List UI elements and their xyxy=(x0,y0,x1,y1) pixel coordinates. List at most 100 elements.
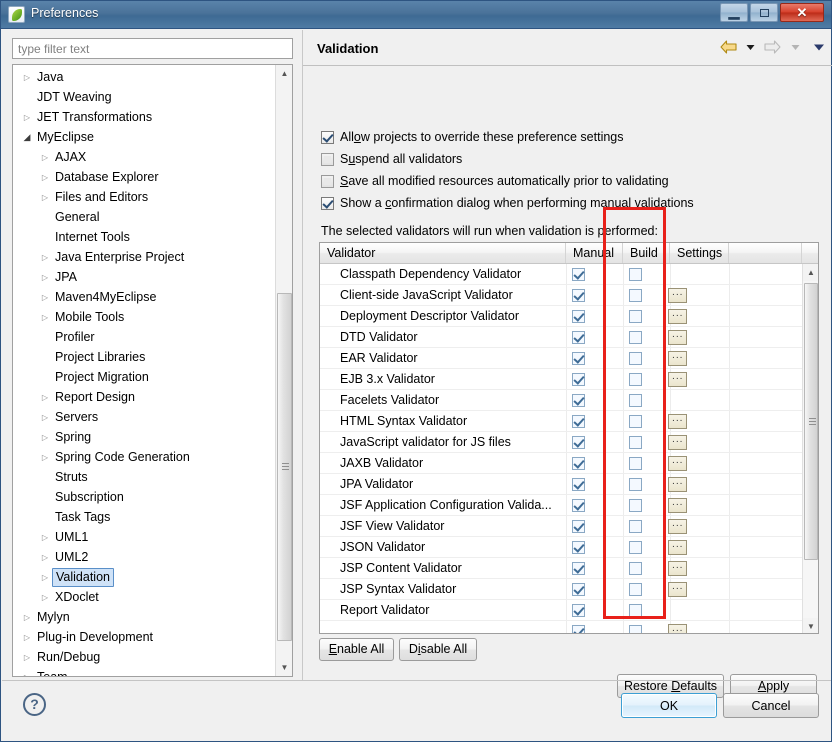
tree-expand-arrow-right-icon[interactable]: ▷ xyxy=(21,607,33,628)
tree-expand-arrow-right-icon[interactable]: ▷ xyxy=(39,387,51,408)
manual-checkbox[interactable] xyxy=(572,331,585,344)
table-scroll-down-icon[interactable]: ▼ xyxy=(803,618,818,633)
tree-item-team[interactable]: ▷ Team xyxy=(13,667,275,676)
settings-ellipsis-button[interactable]: ··· xyxy=(668,624,687,633)
tree-item-jdt-weaving[interactable]: JDT Weaving xyxy=(13,87,275,107)
tree-item-jet-transformations[interactable]: ▷ JET Transformations xyxy=(13,107,275,127)
tree-item-mylyn[interactable]: ▷ Mylyn xyxy=(13,607,275,627)
checkbox-icon[interactable] xyxy=(321,175,334,188)
build-checkbox[interactable] xyxy=(629,394,642,407)
table-row[interactable]: Facelets Validator xyxy=(320,390,802,411)
tree-item-subscription[interactable]: Subscription xyxy=(13,487,275,507)
maximize-button[interactable] xyxy=(750,3,778,22)
tree-expand-arrow-down-icon[interactable]: ◢ xyxy=(21,127,33,148)
build-checkbox[interactable] xyxy=(629,457,642,470)
settings-ellipsis-button[interactable]: ··· xyxy=(668,582,687,597)
build-checkbox[interactable] xyxy=(629,583,642,596)
manual-checkbox[interactable] xyxy=(572,499,585,512)
manual-checkbox[interactable] xyxy=(572,604,585,617)
tree-expand-arrow-right-icon[interactable]: ▷ xyxy=(39,307,51,328)
tree-expand-arrow-right-icon[interactable]: ▷ xyxy=(39,547,51,568)
tree-item-struts[interactable]: Struts xyxy=(13,467,275,487)
tree-expand-arrow-right-icon[interactable]: ▷ xyxy=(39,267,51,288)
manual-checkbox[interactable] xyxy=(572,436,585,449)
manual-checkbox[interactable] xyxy=(572,562,585,575)
manual-checkbox[interactable] xyxy=(572,394,585,407)
cancel-button[interactable]: Cancel xyxy=(723,693,819,718)
table-scroll-up-icon[interactable]: ▲ xyxy=(803,264,818,281)
table-row[interactable]: Deployment Descriptor Validator ··· xyxy=(320,306,802,327)
tree-item-uml1[interactable]: ▷ UML1 xyxy=(13,527,275,547)
tree-item-profiler[interactable]: Profiler xyxy=(13,327,275,347)
tree-expand-arrow-right-icon[interactable]: ▷ xyxy=(39,527,51,548)
table-row[interactable]: Client-side JavaScript Validator ··· xyxy=(320,285,802,306)
build-checkbox[interactable] xyxy=(629,289,642,302)
tree-scrollbar[interactable]: ▲ ▼ xyxy=(275,65,292,676)
tree-item-servers[interactable]: ▷ Servers xyxy=(13,407,275,427)
close-button[interactable]: ✕ xyxy=(780,3,824,22)
manual-checkbox[interactable] xyxy=(572,541,585,554)
column-header-blank[interactable] xyxy=(729,243,802,263)
table-row[interactable]: DTD Validator ··· xyxy=(320,327,802,348)
tree-expand-arrow-right-icon[interactable]: ▷ xyxy=(39,567,51,588)
disable-all-button[interactable]: Disable All xyxy=(399,638,477,661)
build-checkbox[interactable] xyxy=(629,604,642,617)
tree-expand-arrow-right-icon[interactable]: ▷ xyxy=(39,287,51,308)
tree-expand-arrow-right-icon[interactable]: ▷ xyxy=(21,107,33,128)
manual-checkbox[interactable] xyxy=(572,310,585,323)
settings-ellipsis-button[interactable]: ··· xyxy=(668,414,687,429)
build-checkbox[interactable] xyxy=(629,268,642,281)
tree-expand-arrow-right-icon[interactable]: ▷ xyxy=(39,187,51,208)
settings-ellipsis-button[interactable]: ··· xyxy=(668,519,687,534)
tree-expand-arrow-right-icon[interactable]: ▷ xyxy=(39,407,51,428)
preferences-tree[interactable]: ▷ Java JDT Weaving ▷ JET Transformations ◢ MyE… xyxy=(12,64,293,677)
build-checkbox[interactable] xyxy=(629,310,642,323)
tree-item-spring-code-generation[interactable]: ▷ Spring Code Generation xyxy=(13,447,275,467)
build-checkbox[interactable] xyxy=(629,499,642,512)
table-row[interactable]: Report Validator xyxy=(320,600,802,621)
help-icon[interactable]: ? xyxy=(23,693,46,716)
tree-item-task-tags[interactable]: Task Tags xyxy=(13,507,275,527)
filter-input[interactable]: type filter text xyxy=(12,38,293,59)
table-row[interactable]: JSON Validator ··· xyxy=(320,537,802,558)
validators-table[interactable]: Validator Manual Build Settings Classpath D… xyxy=(319,242,819,634)
tree-item-database-explorer[interactable]: ▷ Database Explorer xyxy=(13,167,275,187)
enable-all-button[interactable]: Enable All xyxy=(319,638,394,661)
table-row[interactable]: ··· xyxy=(320,621,802,633)
settings-ellipsis-button[interactable]: ··· xyxy=(668,309,687,324)
tree-item-general[interactable]: General xyxy=(13,207,275,227)
tree-expand-arrow-right-icon[interactable]: ▷ xyxy=(39,147,51,168)
tree-expand-arrow-right-icon[interactable]: ▷ xyxy=(39,167,51,188)
manual-checkbox[interactable] xyxy=(572,268,585,281)
tree-item-spring[interactable]: ▷ Spring xyxy=(13,427,275,447)
tree-item-project-migration[interactable]: Project Migration xyxy=(13,367,275,387)
tree-scroll-down-icon[interactable]: ▼ xyxy=(276,659,292,676)
tree-item-project-libraries[interactable]: Project Libraries xyxy=(13,347,275,367)
tree-expand-arrow-right-icon[interactable]: ▷ xyxy=(21,647,33,668)
settings-ellipsis-button[interactable]: ··· xyxy=(668,351,687,366)
table-row[interactable]: JAXB Validator ··· xyxy=(320,453,802,474)
settings-ellipsis-button[interactable]: ··· xyxy=(668,330,687,345)
minimize-button[interactable]: ▁ xyxy=(720,3,748,22)
settings-ellipsis-button[interactable]: ··· xyxy=(668,372,687,387)
checkbox-icon[interactable] xyxy=(321,197,334,210)
tree-item-maven4myeclipse[interactable]: ▷ Maven4MyEclipse xyxy=(13,287,275,307)
table-row[interactable]: JavaScript validator for JS files ··· xyxy=(320,432,802,453)
build-checkbox[interactable] xyxy=(629,415,642,428)
table-row[interactable]: EAR Validator ··· xyxy=(320,348,802,369)
settings-ellipsis-button[interactable]: ··· xyxy=(668,477,687,492)
tree-item-run-debug[interactable]: ▷ Run/Debug xyxy=(13,647,275,667)
back-arrow-icon[interactable] xyxy=(720,40,737,54)
manual-checkbox[interactable] xyxy=(572,583,585,596)
tree-item-jpa[interactable]: ▷ JPA xyxy=(13,267,275,287)
build-checkbox[interactable] xyxy=(629,478,642,491)
settings-ellipsis-button[interactable]: ··· xyxy=(668,498,687,513)
tree-expand-arrow-right-icon[interactable]: ▷ xyxy=(39,587,51,608)
manual-checkbox[interactable] xyxy=(572,352,585,365)
manual-checkbox[interactable] xyxy=(572,415,585,428)
ok-button[interactable]: OK xyxy=(621,693,717,718)
tree-expand-arrow-right-icon[interactable]: ▷ xyxy=(21,67,33,88)
manual-checkbox[interactable] xyxy=(572,457,585,470)
table-scrollbar-thumb[interactable] xyxy=(804,283,818,560)
table-row[interactable]: Classpath Dependency Validator xyxy=(320,264,802,285)
